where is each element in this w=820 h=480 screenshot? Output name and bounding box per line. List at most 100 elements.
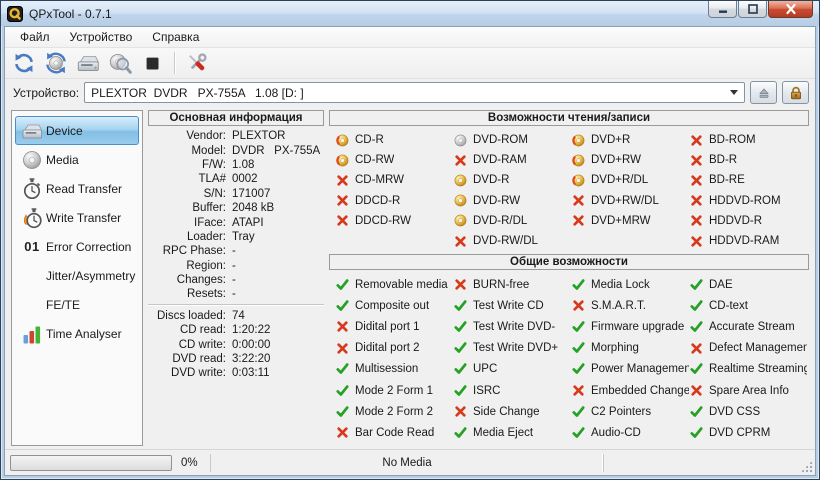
zero-one-icon: 01 <box>18 235 46 259</box>
capability-bd-rom: BD-ROM <box>689 130 807 150</box>
info-label: CD write: <box>148 339 226 351</box>
read-write-caps-title: Возможности чтения/записи <box>329 110 809 126</box>
cross-icon <box>689 385 704 396</box>
capability-label: HDDVD-R <box>709 215 762 227</box>
info-row-f-w: F/W:1.08 <box>148 158 324 172</box>
progress-bar <box>10 455 172 471</box>
capability-label: DVD+MRW <box>591 215 651 227</box>
disc-icon <box>18 148 46 172</box>
device-select[interactable]: PLEXTOR DVDR PX-755A 1.08 [D: ] <box>84 82 745 103</box>
capability-column: CD-RCD-RWCD-MRWDDCD-RDDCD-RW <box>335 130 453 254</box>
preferences-button[interactable] <box>182 49 212 77</box>
check-icon <box>571 321 586 333</box>
sidebar-item-device[interactable]: Device <box>15 116 139 145</box>
info-value: - <box>232 260 236 272</box>
capability-power-management: Power Management <box>571 359 689 380</box>
capability-mode-2-form-2: Mode 2 Form 2 <box>335 401 453 422</box>
check-icon <box>335 279 350 291</box>
sidebar-item-time-analyser[interactable]: Time Analyser <box>15 319 139 348</box>
info-value: PLEXTOR <box>232 130 285 142</box>
stop-button[interactable] <box>137 49 167 77</box>
capability-label: Test Write CD <box>473 300 544 312</box>
cross-icon <box>453 236 468 247</box>
minimize-button[interactable] <box>708 1 737 18</box>
check-icon <box>689 300 704 312</box>
info-label: Resets: <box>148 288 226 300</box>
check-icon <box>571 406 586 418</box>
capability-c2-pointers: C2 Pointers <box>571 401 689 422</box>
capability-label: Audio-CD <box>591 427 641 439</box>
info-row-region: Region:- <box>148 259 324 273</box>
sidebar-item-media[interactable]: Media <box>15 145 139 174</box>
info-value: Tray <box>232 231 255 243</box>
main-area: DeviceMediaRead TransferWrite Transfer01… <box>5 106 815 449</box>
maximize-button[interactable] <box>738 1 767 18</box>
capability-label: CD-MRW <box>355 174 404 186</box>
qpxtool-app-icon <box>7 6 23 22</box>
lock-media-button[interactable] <box>782 81 809 104</box>
check-icon <box>453 363 468 375</box>
info-row-model: Model:DVDR PX-755A <box>148 143 324 157</box>
sidebar-item-read-transfer[interactable]: Read Transfer <box>15 174 139 203</box>
capability-label: Defect Management <box>709 342 807 354</box>
capability-label: DDCD-R <box>355 195 400 207</box>
cross-icon <box>453 155 468 166</box>
info-label: Region: <box>148 260 226 272</box>
capability-dvd-ram: DVD-RAM <box>453 150 571 170</box>
capability-dvd-css: DVD CSS <box>689 401 807 422</box>
info-label: Loader: <box>148 231 226 243</box>
capability-label: Side Change <box>473 406 540 418</box>
check-icon <box>453 342 468 354</box>
capability-dvd-rw: DVD+RW <box>571 150 689 170</box>
capability-label: Didital port 2 <box>355 342 420 354</box>
info-row-s-n: S/N:171007 <box>148 187 324 201</box>
refresh-devices-icon <box>11 50 37 76</box>
info-value: 2048 kB <box>232 202 274 214</box>
sidebar-item-jitter-asymmetry[interactable]: Jitter/Asymmetry <box>15 261 139 290</box>
sidebar-item-fe-te[interactable]: FE/TE <box>15 290 139 319</box>
cross-icon <box>453 279 468 290</box>
drive-info-button[interactable] <box>73 49 103 77</box>
refresh-media-button[interactable] <box>41 49 71 77</box>
info-label: Discs loaded: <box>148 310 226 322</box>
cross-icon <box>689 236 704 247</box>
readable-disc-icon <box>453 134 468 147</box>
device-stats-rows: Discs loaded:74CD read:1:20:22CD write:0… <box>148 309 324 381</box>
info-value: 3:22:20 <box>232 353 270 365</box>
general-caps-title: Общие возможности <box>329 254 809 270</box>
info-value: - <box>232 245 236 257</box>
info-row-discs-loaded: Discs loaded: 74 <box>148 309 324 323</box>
capability-label: Morphing <box>591 342 639 354</box>
eject-button[interactable] <box>750 81 777 104</box>
menu-device[interactable]: Устройство <box>61 28 142 46</box>
menu-file[interactable]: Файл <box>11 28 59 46</box>
capability-label: Realtime Streaming <box>709 363 807 375</box>
close-button[interactable] <box>768 1 813 18</box>
check-icon <box>453 321 468 333</box>
title-bar[interactable]: QPxTool - 0.7.1 <box>1 1 819 26</box>
capability-bar-code-read: Bar Code Read <box>335 422 453 443</box>
resize-grip[interactable] <box>800 460 813 473</box>
cross-icon <box>335 427 350 438</box>
capability-label: Mode 2 Form 2 <box>355 406 433 418</box>
minimize-icon <box>716 3 730 15</box>
info-value: 74 <box>232 310 245 322</box>
check-icon <box>571 342 586 354</box>
sidebar-item-write-transfer[interactable]: Write Transfer <box>15 203 139 232</box>
capability-label: DAE <box>709 279 733 291</box>
capability-dvd-rw-dl: DVD-RW/DL <box>453 231 571 251</box>
capability-spare-area-info: Spare Area Info <box>689 380 807 401</box>
sidebar-item-error-correction[interactable]: 01Error Correction <box>15 232 139 261</box>
qpxtool-window: QPxTool - 0.7.1 Файл Устройство Справка <box>0 0 820 480</box>
scan-media-button[interactable] <box>105 49 135 77</box>
info-label: Vendor: <box>148 130 226 142</box>
capability-dvd-mrw: DVD+MRW <box>571 211 689 231</box>
capability-label: Test Write DVD+ <box>473 342 558 354</box>
sidebar-item-label: Jitter/Asymmetry <box>46 269 135 283</box>
menu-help[interactable]: Справка <box>143 28 208 46</box>
info-row-dvd-write: DVD write:0:03:11 <box>148 366 324 380</box>
refresh-devices-button[interactable] <box>9 49 39 77</box>
capability-label: Spare Area Info <box>709 385 789 397</box>
media-status-message: No Media <box>382 457 431 469</box>
capability-label: S.M.A.R.T. <box>591 300 646 312</box>
